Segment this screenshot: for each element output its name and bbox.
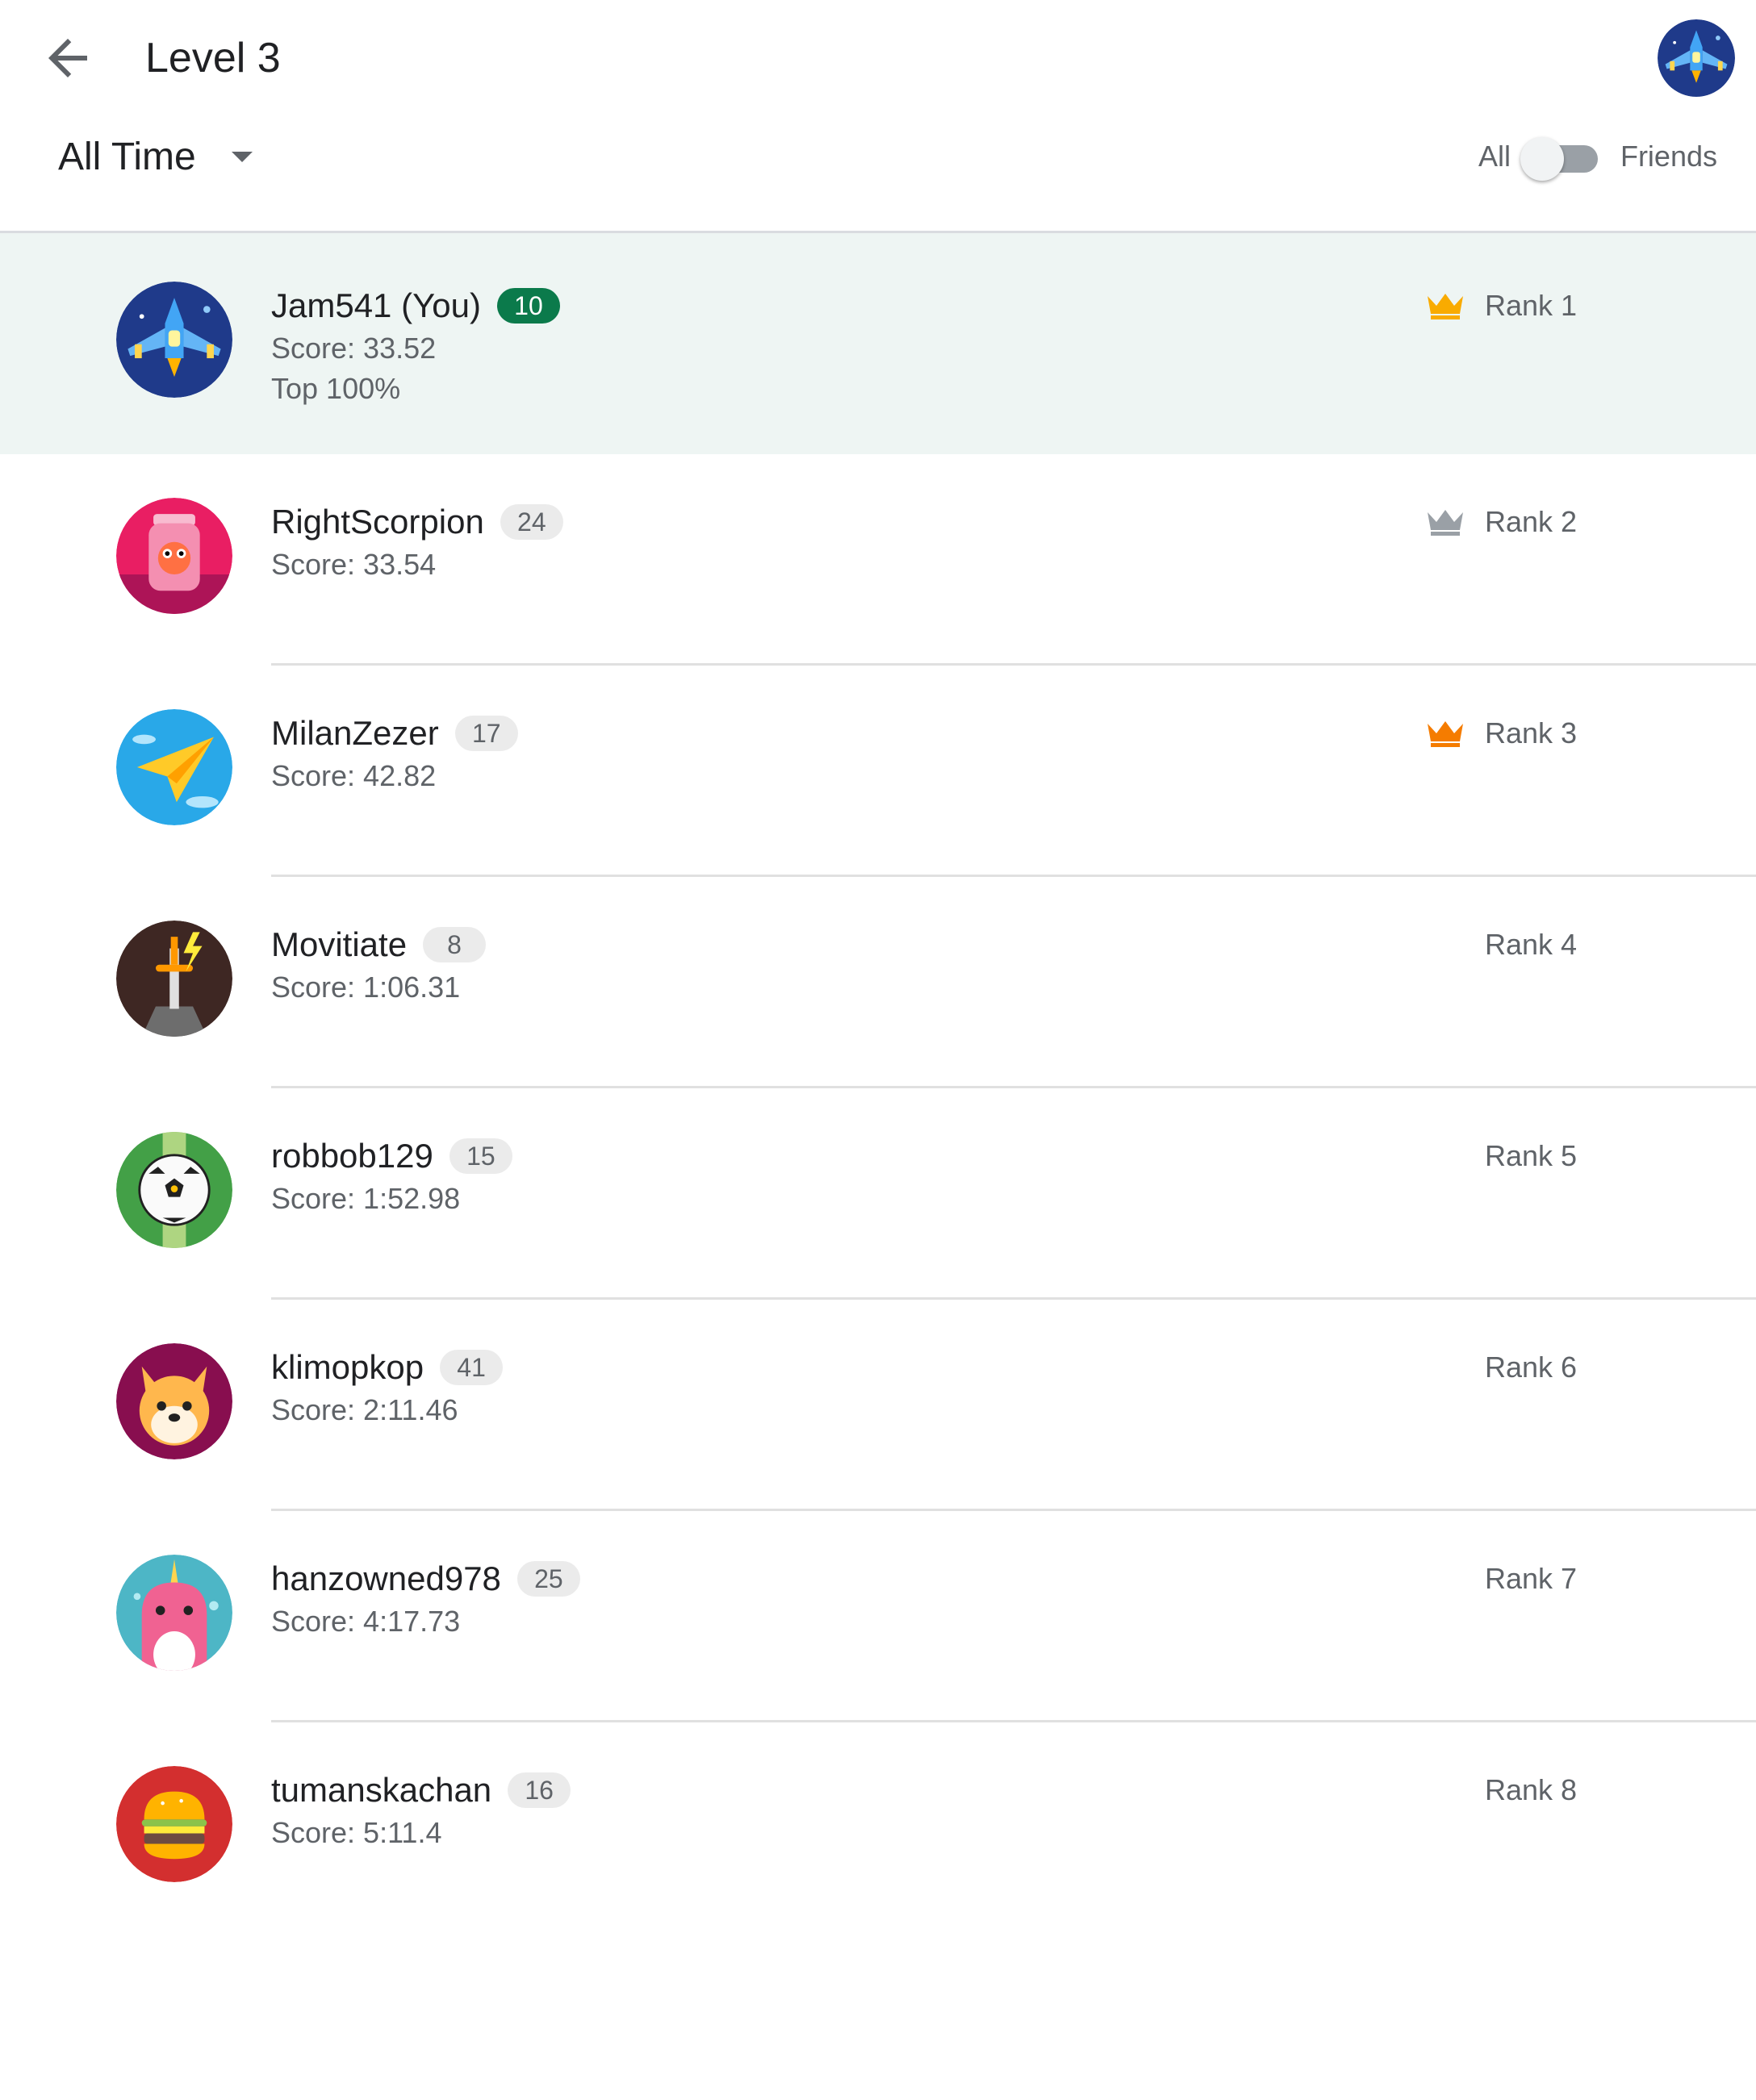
switch-thumb	[1520, 137, 1564, 181]
spaceship-avatar-icon	[116, 282, 232, 398]
all-friends-switch[interactable]	[1520, 127, 1598, 186]
name-line: tumanskachan 16	[271, 1768, 571, 1813]
rank-label: Rank 3	[1485, 716, 1578, 749]
level-badge: 25	[516, 1561, 580, 1597]
name-line: hanzowned978 25	[271, 1556, 580, 1601]
profile-avatar-icon[interactable]	[1658, 19, 1735, 97]
rank-label: Rank 1	[1485, 289, 1578, 322]
player-info: robbob129 15 Score: 1:52.98	[271, 1133, 512, 1219]
player-name: MilanZezer	[271, 714, 439, 752]
name-line: klimopkop 41	[271, 1345, 504, 1390]
rank-label: Rank 8	[1485, 1773, 1578, 1806]
soccer-ball-avatar-icon	[116, 1132, 232, 1248]
name-line: RightScorpion 24	[271, 499, 563, 545]
player-score: Score: 33.54	[271, 548, 437, 581]
leaderboard-row[interactable]: hanzowned978 25 Score: 4:17.73 Rank 7	[0, 1511, 1756, 1722]
leaderboard-row[interactable]: tumanskachan 16 Score: 5:11.4 Rank 8	[0, 1722, 1756, 1934]
rank-label: Rank 2	[1485, 505, 1578, 538]
player-name: klimopkop	[271, 1348, 424, 1386]
player-score: Score: 4:17.73	[271, 1605, 461, 1638]
paper-plane-avatar-icon	[116, 709, 232, 825]
leaderboard-row[interactable]: Movitiate 8 Score: 1:06.31 Rank 4	[0, 877, 1756, 1088]
name-line: Movitiate 8	[271, 922, 487, 967]
player-name: RightScorpion	[271, 503, 484, 541]
rank-display: Rank 7	[1485, 1556, 1577, 1601]
player-info: Movitiate 8 Score: 1:06.31	[271, 922, 487, 1008]
level-badge: 10	[496, 288, 560, 324]
rank-display: Rank 6	[1485, 1345, 1577, 1390]
scope-toggle-group: All Friends	[1478, 127, 1717, 186]
leaderboard-row[interactable]: robbob129 15 Score: 1:52.98 Rank 5	[0, 1088, 1756, 1300]
player-info: Jam541 (You) 10 Score: 33.52 Top 100%	[271, 283, 560, 409]
rank-label: Rank 7	[1485, 1562, 1578, 1595]
level-badge: 15	[449, 1138, 512, 1174]
sword-avatar-icon	[116, 921, 232, 1037]
name-line: MilanZezer 17	[271, 711, 518, 756]
shiba-dog-avatar-icon	[116, 1343, 232, 1459]
player-score: Score: 5:11.4	[271, 1816, 442, 1849]
player-info: MilanZezer 17 Score: 42.82	[271, 711, 518, 796]
player-info: hanzowned978 25 Score: 4:17.73	[271, 1556, 580, 1642]
name-line: robbob129 15	[271, 1133, 512, 1179]
player-top-percent: Top 100%	[271, 372, 401, 405]
rank-label: Rank 4	[1485, 928, 1578, 961]
player-name: robbob129	[271, 1137, 433, 1175]
player-name: tumanskachan	[271, 1771, 492, 1809]
crown-gold-icon	[1425, 291, 1465, 320]
player-info: klimopkop 41 Score: 2:11.46	[271, 1345, 504, 1430]
level-badge: 8	[423, 927, 487, 962]
player-name: hanzowned978	[271, 1559, 501, 1597]
player-name: Jam541 (You)	[271, 286, 481, 324]
toggle-friends-label: Friends	[1620, 140, 1717, 173]
leaderboard-row[interactable]: RightScorpion 24 Score: 33.54 Rank 2	[0, 454, 1756, 666]
rank-display: Rank 2	[1485, 499, 1577, 545]
toggle-all-label: All	[1478, 140, 1511, 173]
rank-display: Rank 4	[1485, 922, 1577, 967]
leaderboard-row[interactable]: klimopkop 41 Score: 2:11.46 Rank 6	[0, 1300, 1756, 1511]
player-score: Score: 1:06.31	[271, 971, 461, 1004]
app-header: Level 3 All Time All Friends	[0, 0, 1756, 233]
dropdown-caret-icon	[231, 151, 253, 162]
player-score: Score: 1:52.98	[271, 1182, 461, 1215]
rank-label: Rank 5	[1485, 1139, 1578, 1172]
crown-silver-icon	[1425, 507, 1465, 536]
level-badge: 17	[454, 716, 518, 751]
leaderboard-row[interactable]: MilanZezer 17 Score: 42.82 Rank 3	[0, 666, 1756, 877]
time-range-label: All Time	[58, 135, 196, 178]
player-name: Movitiate	[271, 925, 408, 963]
page-title: Level 3	[145, 35, 281, 81]
player-info: tumanskachan 16 Score: 5:11.4	[271, 1768, 571, 1853]
rank-label: Rank 6	[1485, 1351, 1578, 1384]
player-score: Score: 2:11.46	[271, 1393, 458, 1426]
level-badge: 41	[440, 1350, 504, 1385]
burger-avatar-icon	[116, 1766, 232, 1882]
back-arrow-icon[interactable]	[39, 29, 97, 87]
player-score: Score: 33.52	[271, 332, 437, 365]
rank-display: Rank 8	[1485, 1768, 1577, 1813]
name-line: Jam541 (You) 10	[271, 283, 560, 328]
level-badge: 24	[500, 504, 563, 540]
crown-bronze-icon	[1425, 719, 1465, 748]
leaderboard-list: Jam541 (You) 10 Score: 33.52 Top 100% Ra…	[0, 233, 1756, 1934]
player-info: RightScorpion 24 Score: 33.54	[271, 499, 563, 585]
player-score: Score: 42.82	[271, 759, 437, 792]
rank-display: Rank 1	[1485, 283, 1577, 328]
monster-jar-avatar-icon	[116, 498, 232, 614]
narwhal-avatar-icon	[116, 1555, 232, 1671]
level-badge: 16	[508, 1772, 571, 1808]
rank-display: Rank 3	[1485, 711, 1577, 756]
rank-display: Rank 5	[1485, 1133, 1577, 1179]
leaderboard-row-you[interactable]: Jam541 (You) 10 Score: 33.52 Top 100% Ra…	[0, 233, 1756, 454]
time-range-dropdown[interactable]: All Time	[58, 127, 253, 186]
